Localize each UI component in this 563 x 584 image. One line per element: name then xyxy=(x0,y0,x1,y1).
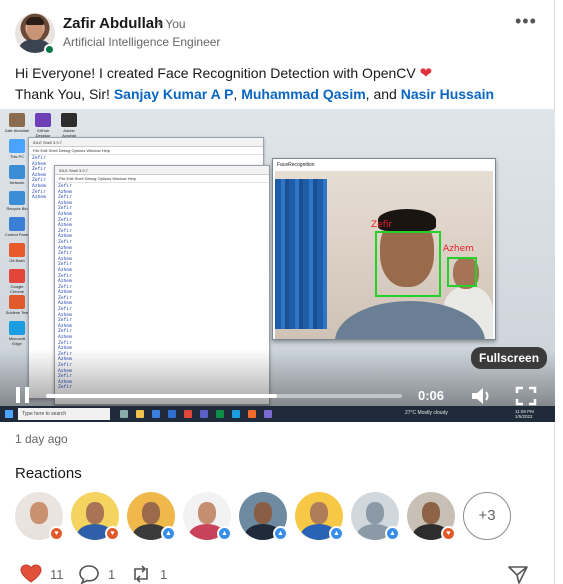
online-status-dot xyxy=(44,44,55,55)
app-icon xyxy=(216,410,224,418)
comment-action[interactable]: 1 xyxy=(78,564,115,584)
camera-feed: Zefir Azhem xyxy=(275,171,493,339)
desktop-icon-label: Sublime Text xyxy=(5,310,29,315)
post-text-line2: Thank You, Sir! xyxy=(15,86,114,102)
desktop-icon-label: Microsoft Edge xyxy=(8,336,26,346)
desktop-app-icon xyxy=(9,113,25,127)
separator-text: , and xyxy=(365,86,401,102)
fullscreen-tooltip: Fullscreen xyxy=(471,347,548,369)
face-detection-box-2 xyxy=(447,257,477,287)
like-reaction-icon: ▲ xyxy=(161,526,176,541)
heart-outline-icon xyxy=(20,564,42,583)
desktop-app-icon xyxy=(9,295,25,309)
repost-action[interactable]: 1 xyxy=(130,564,167,584)
app-icon xyxy=(200,410,208,418)
more-reactors-button[interactable]: +3 xyxy=(463,492,511,540)
app-icon xyxy=(248,410,256,418)
desktop-app-icon xyxy=(9,321,25,335)
video-progress-bar[interactable] xyxy=(46,394,402,398)
video-current-time: 0:06 xyxy=(418,388,445,403)
shell-menu-back: File Edit Shell Debug Options Window Hel… xyxy=(29,147,263,155)
desktop-app-icon xyxy=(9,139,25,153)
task-view-icon xyxy=(120,410,128,418)
face-label-2: Azhem xyxy=(443,244,474,254)
author-headline: Artificial Intelligence Engineer xyxy=(63,35,221,49)
love-reaction-icon: ♥ xyxy=(105,526,120,541)
video-progress-fill xyxy=(46,394,278,398)
mention-link-3[interactable]: Nasir Hussain xyxy=(401,86,494,102)
desktop-icon-label: This PC xyxy=(9,154,25,159)
desktop-app-icon xyxy=(35,113,51,127)
app-icon xyxy=(232,410,240,418)
desktop-icon-label: Zafir Abdullah xyxy=(4,128,30,133)
like-reaction-icon: ▲ xyxy=(273,526,288,541)
repost-icon xyxy=(134,565,148,583)
video-player[interactable]: Zafir Abdullah GitHub Desktop Adobe Acroba… xyxy=(0,109,555,422)
comment-count: 1 xyxy=(108,566,116,582)
file-explorer-icon xyxy=(136,410,144,418)
reactions-heading: Reactions xyxy=(15,465,82,482)
pause-button[interactable] xyxy=(14,385,34,407)
love-reaction-icon: ♥ xyxy=(441,526,456,541)
like-reaction-icon: ▲ xyxy=(385,526,400,541)
mention-link-2[interactable]: Muhammad Qasim xyxy=(241,86,365,102)
desktop-app-icon xyxy=(9,165,25,179)
windows-start-icon xyxy=(5,410,13,418)
desktop-app-icon xyxy=(9,217,25,231)
like-reaction-icon: ▲ xyxy=(329,526,344,541)
face-label-1: Zefir xyxy=(371,220,393,230)
fullscreen-icon xyxy=(515,386,537,406)
author-relation: • You xyxy=(158,17,186,31)
desktop-icon-label: Control Panel xyxy=(4,232,30,237)
like-reaction-icon: ▲ xyxy=(217,526,232,541)
windows-taskbar: Type here to search 27°C Mostly cloudy 1… xyxy=(0,406,555,422)
volume-button[interactable] xyxy=(470,386,494,406)
desktop-app-icon xyxy=(9,243,25,257)
mention-link-1[interactable]: Sanjay Kumar A P xyxy=(114,86,234,102)
app-icon xyxy=(264,410,272,418)
volume-icon xyxy=(472,388,489,404)
shell-title-front: IDLE Shell 3.9.7 xyxy=(55,166,269,175)
author-name[interactable]: Zafir Abdullah xyxy=(63,15,163,32)
desktop-app-icon xyxy=(9,269,25,283)
clock-date: 1/5/2022 xyxy=(515,414,533,419)
python-idle-icon xyxy=(152,410,160,418)
post-age: 1 day ago xyxy=(15,432,68,446)
shell-title-back: IDLE Shell 3.9.7 xyxy=(29,138,263,147)
taskbar-search: Type here to search xyxy=(18,408,110,420)
red-heart-emoji-icon: ❤ xyxy=(419,65,433,82)
send-icon xyxy=(508,566,528,584)
face-recognition-window: FaceRecognition Zefir Azhem xyxy=(272,158,496,340)
chrome-icon xyxy=(184,410,192,418)
desktop-icon-label: Git Bash xyxy=(9,258,25,263)
ellipsis-icon: ••• xyxy=(515,11,537,31)
face-detection-box-1 xyxy=(375,231,441,297)
desktop-icon-label: Google Chrome xyxy=(9,284,25,294)
like-count: 11 xyxy=(50,566,64,582)
desktop-app-icon xyxy=(61,113,77,127)
like-action[interactable]: 11 xyxy=(20,564,64,584)
desktop-icon-label: Recycle Bin xyxy=(6,206,28,211)
post-text-line1: Hi Everyone! I created Face Recognition … xyxy=(15,65,416,81)
face-window-title: FaceRecognition xyxy=(273,159,495,170)
reactors-list: +3 ♥ ♥ ▲ ▲ ▲ ▲ ▲ ♥ xyxy=(15,492,545,542)
love-reaction-icon: ♥ xyxy=(49,526,64,541)
desktop-app-icon xyxy=(9,191,25,205)
taskbar-clock: 11:08 PM 1/5/2022 xyxy=(515,409,534,419)
send-action[interactable] xyxy=(507,564,537,584)
taskbar-weather: 27°C Mostly cloudy xyxy=(405,410,448,416)
fullscreen-button[interactable] xyxy=(515,386,537,406)
post-card: Zafir Abdullah • You Artificial Intellig… xyxy=(0,0,555,584)
pause-icon xyxy=(16,387,20,403)
social-actions-bar: 11 1 1 xyxy=(15,562,555,584)
shell-menu-front: File Edit Shell Debug Options Window Hel… xyxy=(55,175,269,183)
desktop-icon-label: Network xyxy=(9,180,25,185)
repost-count: 1 xyxy=(160,566,168,582)
browser-icon xyxy=(168,410,176,418)
more-options-button[interactable]: ••• xyxy=(515,11,537,32)
post-text: Hi Everyone! I created Face Recognition … xyxy=(15,63,545,105)
comment-icon xyxy=(79,565,99,584)
